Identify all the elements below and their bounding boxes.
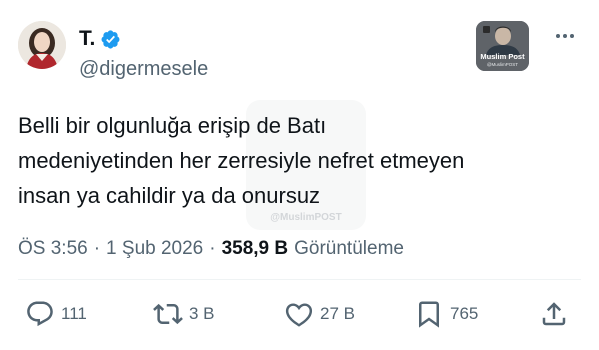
tweet-line: medeniyetinden her zerresiyle nefret etm… <box>18 148 465 173</box>
tweet-line: Belli bir olgunluğa erişip de Batı <box>18 113 327 138</box>
tweet-meta: ÖS 3:56 · 1 Şub 2026 · 358,9 B Görüntüle… <box>18 237 404 261</box>
repost-icon <box>153 303 183 325</box>
like-button[interactable]: 27 B <box>284 299 355 329</box>
meta-separator: · <box>209 238 216 259</box>
logo-subtitle: @MuslimPOST <box>486 62 519 67</box>
reply-icon <box>27 301 53 327</box>
portrait-icon <box>18 21 66 69</box>
tweet-time[interactable]: ÖS 3:56 <box>18 238 88 260</box>
background-watermark-text: @MuslimPOST <box>270 212 342 223</box>
tweet-date[interactable]: 1 Şub 2026 <box>106 238 203 260</box>
bookmark-count: 765 <box>450 304 479 323</box>
author-handle[interactable]: @digermesele <box>79 58 208 81</box>
display-name[interactable]: T. <box>79 27 95 51</box>
tweet-text: Belli bir olgunluğa erişip de Batı meden… <box>18 108 578 213</box>
divider <box>18 279 581 280</box>
verified-badge-icon <box>100 29 121 50</box>
repost-button[interactable]: 3 B <box>153 299 215 329</box>
view-count[interactable]: 358,9 B <box>222 238 289 260</box>
share-button[interactable] <box>539 299 569 329</box>
avatar[interactable] <box>18 21 66 69</box>
repost-count: 3 B <box>189 304 215 323</box>
views-label: Görüntüleme <box>294 238 404 259</box>
more-options-icon[interactable] <box>550 24 580 48</box>
bookmark-icon <box>419 301 439 328</box>
logo-title: Muslim Post <box>480 52 525 61</box>
reply-button[interactable]: 111 <box>25 299 87 329</box>
like-count: 27 B <box>320 304 355 323</box>
tweet-card: @MuslimPOST T. @digermesele Muslim Post <box>0 0 599 350</box>
muslim-post-logo: Muslim Post @MuslimPOST <box>476 21 529 71</box>
tweet-line: insan ya cahildir ya da onursuz <box>18 183 321 208</box>
heart-icon <box>285 303 313 327</box>
author-name-row[interactable]: T. <box>79 26 121 52</box>
meta-separator: · <box>93 238 101 259</box>
share-icon <box>542 302 566 326</box>
bookmark-button[interactable]: 765 <box>414 299 478 329</box>
reply-count: 111 <box>61 304 87 323</box>
